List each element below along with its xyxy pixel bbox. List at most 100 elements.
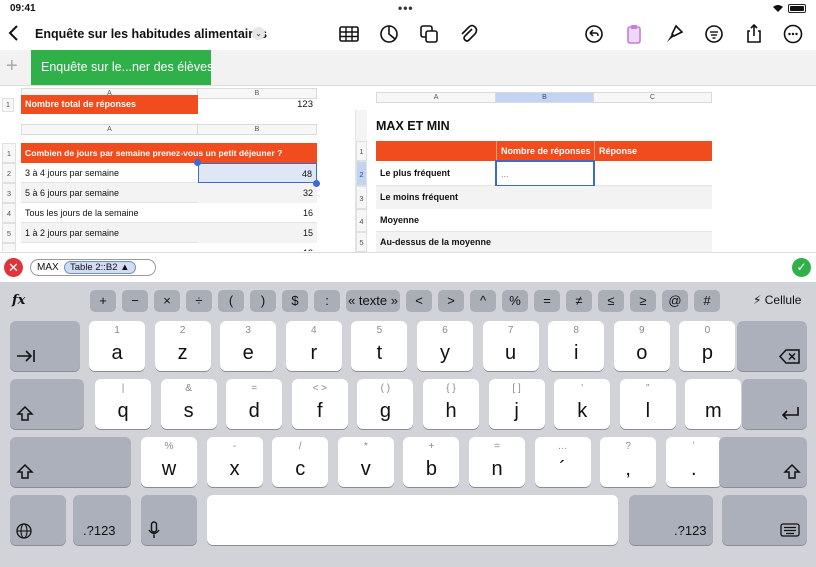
chart-icon[interactable] [378, 23, 400, 45]
operator-key[interactable]: ÷ [186, 290, 212, 312]
dismiss-keyboard-key[interactable] [722, 495, 807, 545]
return-key[interactable] [742, 379, 807, 429]
table3-cell-c[interactable] [594, 186, 712, 209]
multitasking-dots[interactable]: ••• [398, 1, 414, 15]
letter-key[interactable]: 7u [482, 321, 539, 371]
row-number[interactable]: 4 [2, 203, 16, 223]
table1-row-number[interactable]: 1 [2, 98, 14, 112]
column-b-header[interactable]: B [198, 125, 316, 134]
table3-header-cell-a[interactable] [376, 141, 496, 161]
numbers-key-right[interactable]: .?123 [629, 495, 713, 545]
tab-key[interactable] [10, 321, 80, 371]
letter-key[interactable]: [ ] j [488, 379, 545, 429]
operator-key[interactable]: $ [282, 290, 308, 312]
selection-handle-bottom[interactable] [313, 180, 320, 187]
table3-label-cell[interactable]: Le plus fréquent [376, 161, 496, 186]
globe-key[interactable] [10, 495, 66, 545]
cell-reference-token[interactable]: Table 2::B2 ▲ [64, 261, 136, 274]
table3-label-cell[interactable]: Le moins fréquent [376, 186, 496, 209]
letter-key[interactable]: ' k [554, 379, 611, 429]
letter-key[interactable]: m [685, 379, 742, 429]
letter-key[interactable]: 0p [679, 321, 736, 371]
table-icon[interactable] [338, 23, 360, 45]
letter-key[interactable]: 4r [285, 321, 342, 371]
letter-key[interactable]: 6y [417, 321, 473, 371]
table3-cell-b[interactable] [496, 186, 594, 209]
table2-label-cell[interactable]: 3 à 4 jours par semaine [21, 163, 198, 183]
cancel-formula-button[interactable]: ✕ [4, 258, 23, 277]
sheet-tab-active[interactable]: Enquête sur le...ner des élèves [31, 50, 213, 85]
shift-right-key[interactable] [719, 437, 807, 487]
operator-key[interactable]: @ [662, 290, 688, 312]
row-number[interactable]: 6 [2, 243, 16, 251]
table3-title[interactable]: MAX ET MIN [376, 119, 450, 133]
letter-key[interactable]: = d [226, 379, 283, 429]
table3-label-cell[interactable]: Au-dessus de la moyenne [376, 232, 496, 252]
selection-handle-top[interactable] [194, 159, 201, 166]
operator-key[interactable]: = [534, 290, 560, 312]
table1-value-cell[interactable]: 123 [198, 95, 317, 114]
row-number[interactable]: 1 [2, 143, 16, 163]
table3-header-cell-c[interactable]: Réponse [594, 141, 712, 161]
column-c-header[interactable]: C [594, 93, 711, 102]
letter-key[interactable]: | q [95, 379, 151, 429]
letter-key[interactable]: ( ) g [357, 379, 414, 429]
undo-icon[interactable] [583, 23, 605, 45]
column-a-header[interactable]: A [22, 125, 198, 134]
letter-key[interactable]: ?, [600, 437, 657, 487]
operator-key[interactable]: « texte » [346, 290, 400, 312]
table2-label-cell[interactable]: 5 à 6 jours par semaine [21, 183, 198, 203]
table3-cell-c[interactable] [594, 232, 712, 252]
table3-header-cell-b[interactable]: Nombre de réponses [496, 141, 594, 161]
title-chevron-icon[interactable]: ⌄ [252, 27, 265, 40]
back-chevron-icon[interactable] [6, 23, 22, 43]
shift-left-key[interactable] [10, 437, 131, 487]
letter-key[interactable]: -x [206, 437, 263, 487]
letter-key[interactable]: < > f [291, 379, 348, 429]
row-number[interactable]: 4 [356, 209, 367, 232]
table3-editing-cell[interactable]: ... [495, 160, 595, 187]
share-icon[interactable] [743, 23, 765, 45]
table3-cell-b[interactable] [496, 232, 594, 252]
table2-value-cell[interactable]: 32 [198, 183, 317, 203]
table3-cell-b[interactable] [496, 209, 594, 232]
table3-label-cell[interactable]: Moyenne [376, 209, 496, 232]
letter-key[interactable]: 3e [220, 321, 277, 371]
operator-key[interactable]: ≥ [630, 290, 656, 312]
row-number[interactable]: 2 [2, 163, 16, 183]
delete-key[interactable] [737, 321, 807, 371]
letter-key[interactable]: 8i [548, 321, 605, 371]
letter-key[interactable]: … ´ [534, 437, 591, 487]
more-icon[interactable] [782, 23, 804, 45]
letter-key[interactable]: 9o [613, 321, 670, 371]
shapes-icon[interactable] [418, 23, 440, 45]
table1-label-cell[interactable]: Nombre total de réponses [21, 95, 198, 114]
organize-icon[interactable] [703, 23, 725, 45]
formula-input[interactable]: MAX Table 2::B2 ▲ [30, 259, 156, 276]
operator-key[interactable]: < [406, 290, 432, 312]
letter-key[interactable]: + b [403, 437, 460, 487]
operator-key[interactable]: ) [250, 290, 276, 312]
letter-key[interactable]: ʼ. [665, 437, 722, 487]
operator-key[interactable]: # [694, 290, 720, 312]
shift-left-key-upper[interactable] [10, 379, 84, 429]
letter-key[interactable]: 5t [351, 321, 408, 371]
operator-key[interactable]: % [502, 290, 528, 312]
cell-reference-button[interactable]: ⚡ Cellule [753, 293, 801, 307]
table3-cell-c[interactable] [595, 161, 712, 186]
add-sheet-button[interactable]: + [6, 56, 24, 76]
letter-key[interactable]: { } h [423, 379, 479, 429]
table2-value-cell[interactable]: 15 [198, 223, 317, 243]
operator-key[interactable]: ≤ [598, 290, 624, 312]
format-brush-icon[interactable] [663, 23, 685, 45]
space-key[interactable] [207, 495, 618, 545]
operator-key[interactable]: ( [218, 290, 244, 312]
row-number[interactable]: 5 [2, 223, 16, 243]
operator-key[interactable]: + [90, 290, 116, 312]
row-number[interactable]: 1 [356, 141, 367, 161]
function-browser-button[interactable]: fx [12, 293, 25, 308]
attachment-icon[interactable] [457, 23, 479, 45]
letter-key[interactable]: & s [160, 379, 217, 429]
letter-key[interactable]: / c [272, 437, 329, 487]
table2-value-cell[interactable]: 12 [198, 243, 317, 251]
